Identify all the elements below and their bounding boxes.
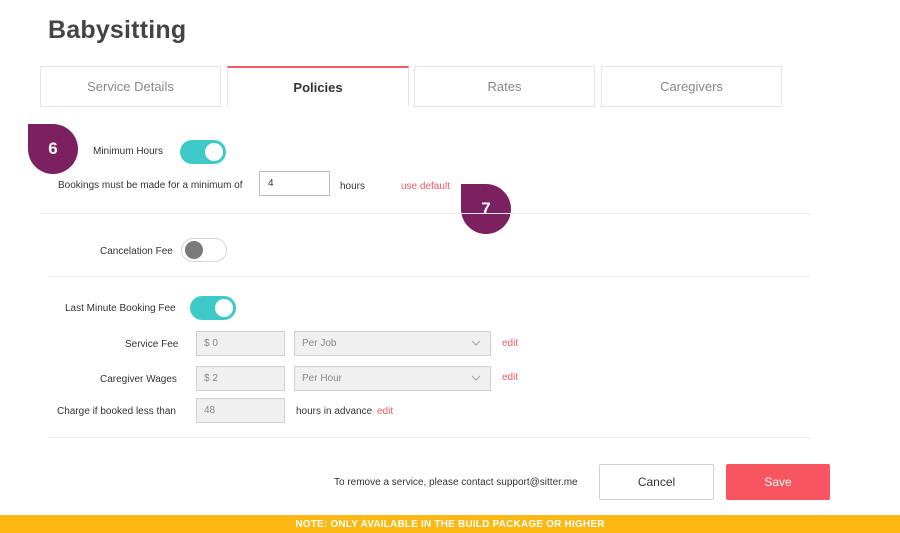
use-default-link[interactable]: use default xyxy=(401,181,450,192)
tab-bar: Service Details Policies Rates Caregiver… xyxy=(40,66,782,107)
cancelation-fee-toggle[interactable] xyxy=(181,238,227,262)
toggle-knob xyxy=(205,143,223,161)
charge-if-label: Charge if booked less than xyxy=(57,406,176,417)
cancelation-fee-label: Cancelation Fee xyxy=(100,246,173,257)
toggle-knob xyxy=(215,299,233,317)
remove-service-note: To remove a service, please contact supp… xyxy=(334,477,578,488)
minimum-hours-description: Bookings must be made for a minimum of xyxy=(58,180,243,191)
caregiver-wages-input[interactable]: $ 2 xyxy=(196,366,285,391)
step-badge-7: 7 xyxy=(461,184,511,234)
section-divider xyxy=(48,276,810,277)
caregiver-wages-edit-link[interactable]: edit xyxy=(502,372,518,383)
section-divider xyxy=(40,213,810,214)
minimum-hours-input[interactable]: 4 xyxy=(259,171,330,196)
caregiver-wages-period-select[interactable]: Per Hour xyxy=(294,366,491,391)
step-badge-6: 6 xyxy=(28,124,78,174)
toggle-knob xyxy=(185,241,203,259)
chevron-down-icon xyxy=(471,340,481,346)
service-fee-label: Service Fee xyxy=(125,339,179,350)
charge-if-edit-link[interactable]: edit xyxy=(377,406,393,417)
service-fee-period-select[interactable]: Per Job xyxy=(294,331,491,356)
last-minute-fee-label: Last Minute Booking Fee xyxy=(65,303,176,314)
service-fee-input[interactable]: $ 0 xyxy=(196,331,285,356)
minimum-hours-unit: hours xyxy=(340,181,366,192)
tab-rates[interactable]: Rates xyxy=(414,66,595,107)
save-button[interactable]: Save xyxy=(726,464,830,500)
section-divider xyxy=(48,437,810,438)
charge-if-suffix: hours in advance xyxy=(296,406,373,417)
chevron-down-icon xyxy=(471,375,481,381)
service-fee-edit-link[interactable]: edit xyxy=(502,338,518,349)
package-note-banner: NOTE: ONLY AVAILABLE IN THE BUILD PACKAG… xyxy=(0,515,900,533)
caregiver-wages-label: Caregiver Wages xyxy=(100,374,177,385)
page-title: Babysitting xyxy=(48,16,187,44)
charge-if-input[interactable]: 48 xyxy=(196,398,285,423)
tab-service-details[interactable]: Service Details xyxy=(40,66,221,107)
minimum-hours-label: Minimum Hours xyxy=(93,146,164,157)
tab-caregivers[interactable]: Caregivers xyxy=(601,66,782,107)
cancel-button[interactable]: Cancel xyxy=(599,464,714,500)
last-minute-fee-toggle[interactable] xyxy=(190,296,236,320)
service-fee-period-value: Per Job xyxy=(302,338,337,349)
tab-policies[interactable]: Policies xyxy=(227,66,409,107)
minimum-hours-toggle[interactable] xyxy=(180,140,226,164)
caregiver-wages-period-value: Per Hour xyxy=(302,373,343,384)
